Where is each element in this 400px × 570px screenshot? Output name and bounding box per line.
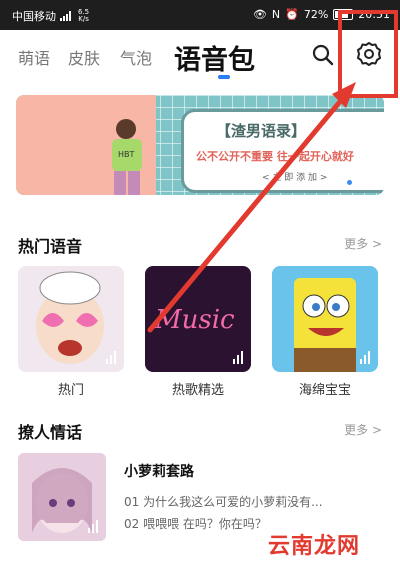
hot-more-link[interactable]: 更多 >	[344, 235, 382, 252]
svg-text:Music: Music	[154, 305, 235, 335]
card-label-hot-songs: 热歌精选	[171, 383, 224, 398]
card-label-popular: 热门	[57, 383, 84, 398]
list-item-title: 小萝莉套路	[124, 464, 194, 480]
nfc-icon: N	[271, 8, 281, 21]
list-item-line-2: 02 喂喂喂 在吗？你在吗？	[124, 517, 267, 531]
battery-percent: 72%	[303, 8, 329, 21]
card-spongebob[interactable]	[272, 266, 378, 372]
tab-voice-pack[interactable]: 语音包	[174, 38, 255, 77]
watermark: 云南龙网	[268, 534, 361, 559]
carrier-label: 中国移动	[12, 10, 56, 23]
signal-icon	[60, 11, 74, 21]
banner-title: 【渣男语录】	[216, 122, 307, 140]
carousel-dots	[347, 180, 370, 185]
anime-girl-thumbnail	[18, 453, 106, 541]
list-item-line-1: 01 为什么我这么可爱的小萝莉没有...	[124, 495, 323, 509]
audio-bars-icon	[360, 351, 370, 364]
audio-bars-icon	[106, 351, 116, 364]
card-label-spongebob: 海绵宝宝	[298, 383, 351, 398]
card-hot-songs[interactable]: Music	[145, 266, 251, 372]
alarm-icon: ⏰	[285, 8, 299, 21]
add-now-button[interactable]: < 立 即 添 加 >	[262, 170, 327, 183]
flirt-talk-title: 撩人情话	[18, 423, 83, 442]
network-speed: 6.5 K/s	[78, 8, 90, 23]
card-popular[interactable]	[18, 266, 124, 372]
highlight-box	[338, 10, 398, 98]
promo-banner[interactable]: HBT 【渣男语录】 公不公开不重要 往一起开心就好 < 立 即 添 加 >	[16, 95, 384, 195]
active-tab-indicator	[218, 75, 230, 79]
flirt-more-link[interactable]: 更多 >	[344, 421, 382, 438]
page-content: HBT 【渣男语录】 公不公开不重要 往一起开心就好 < 立 即 添 加 > 热…	[0, 85, 400, 570]
hot-voice-title: 热门语音	[18, 237, 83, 256]
banner-subtitle: 公不公开不重要 往一起开心就好	[196, 150, 354, 163]
boy-illustration: HBT	[112, 119, 142, 195]
svg-text:HBT: HBT	[118, 150, 135, 159]
eye-icon: 👁	[252, 8, 267, 21]
search-icon[interactable]	[312, 43, 334, 67]
audio-bars-icon	[233, 351, 243, 364]
audio-bars-icon	[88, 520, 98, 533]
tab-bubble[interactable]: 气泡	[120, 45, 152, 69]
tab-mengyu[interactable]: 萌语	[18, 45, 50, 69]
tab-skin[interactable]: 皮肤	[68, 45, 100, 69]
